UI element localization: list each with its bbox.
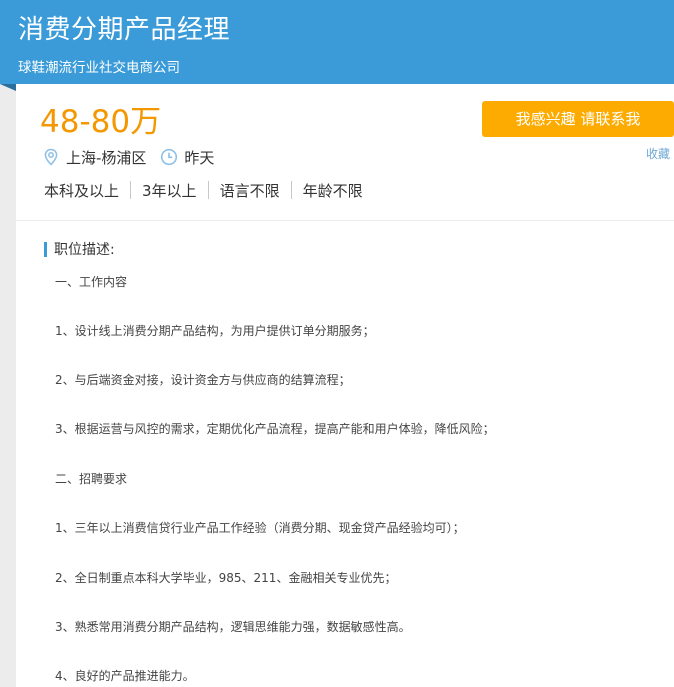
banner-fold-decoration	[0, 84, 16, 91]
job-title: 消费分期产品经理	[18, 15, 231, 45]
description-line: 1、设计线上消费分期产品结构，为用户提供订单分期服务；	[55, 324, 375, 338]
requirement-language: 语言不限	[219, 181, 280, 200]
requirements-row: 本科及以上 3年以上 语言不限 年龄不限	[44, 180, 363, 200]
clock-icon	[160, 148, 178, 166]
description-line: 二、招聘要求	[55, 472, 128, 486]
location-time-row: 上海-杨浦区 昨天	[42, 147, 214, 167]
description-line: 一、工作内容	[55, 275, 128, 289]
favorite-link[interactable]: 收藏	[646, 145, 670, 162]
description-line: 2、与后端资金对接，设计资金方与供应商的结算流程；	[55, 373, 351, 387]
section-divider	[16, 220, 674, 221]
company-name[interactable]: 球鞋潮流行业社交电商公司	[18, 56, 180, 76]
requirement-separator	[207, 181, 209, 199]
description-line: 1、三年以上消费信贷行业产品工作经验（消费分期、现金贷产品经验均可）；	[55, 521, 465, 535]
apply-button[interactable]: 我感兴趣 请联系我	[482, 101, 674, 137]
posted-time: 昨天	[184, 148, 215, 167]
description-line: 3、熟悉常用消费分期产品结构，逻辑思维能力强，数据敏感性高。	[55, 620, 411, 634]
description-line: 2、全日制重点本科大学毕业，985、211、金融相关专业优先；	[55, 571, 397, 585]
description-heading: 职位描述:	[44, 239, 115, 259]
location-pin-icon	[42, 148, 60, 166]
requirement-education: 本科及以上	[44, 181, 120, 200]
job-detail-card: 48-80万 我感兴趣 请联系我 收藏 上海-杨浦区 昨天 本科及以上 3年以上…	[16, 84, 674, 687]
description-heading-label: 职位描述:	[54, 242, 115, 258]
heading-accent-bar	[44, 241, 47, 257]
requirement-experience: 3年以上	[142, 181, 197, 200]
requirement-separator	[290, 181, 292, 199]
job-header-banner: 消费分期产品经理 球鞋潮流行业社交电商公司	[0, 0, 674, 84]
job-location: 上海-杨浦区	[66, 148, 147, 167]
salary: 48-80万	[40, 104, 162, 140]
description-line: 3、根据运营与风控的需求，定期优化产品流程，提高产能和用户体验，降低风险；	[55, 422, 495, 436]
requirement-age: 年龄不限	[302, 181, 363, 200]
requirement-separator	[130, 181, 132, 199]
description-line: 4、良好的产品推进能力。	[55, 669, 195, 683]
